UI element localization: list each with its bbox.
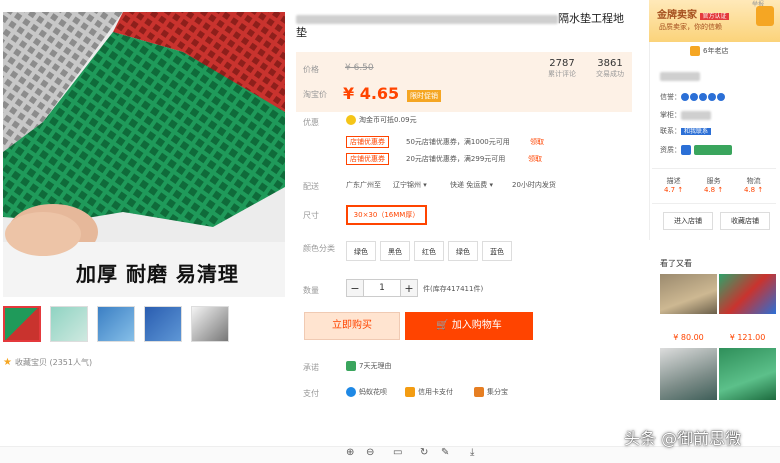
gold-seller-title: 金牌卖家 官方认证 — [657, 10, 729, 21]
color-option-black[interactable]: 黑色 — [380, 241, 410, 261]
color-option-red[interactable]: 红色 — [414, 241, 444, 261]
credit-row: 信誉： — [660, 92, 726, 102]
zoom-out-icon[interactable]: ⊖ — [366, 447, 374, 458]
promotion-label: 优惠 — [303, 118, 319, 127]
quantity-plus-button[interactable]: + — [400, 279, 418, 297]
edit-icon[interactable]: ✎ — [441, 447, 449, 458]
main-image-slogan: 加厚 耐磨 易清理 — [76, 262, 239, 286]
chevron-down-icon: ▾ — [423, 181, 427, 189]
cart-icon: 🛒 — [436, 320, 449, 331]
recommend-image-4[interactable] — [719, 348, 776, 400]
payment-label: 支付 — [303, 389, 319, 398]
promise-label: 承诺 — [303, 363, 319, 372]
qualification-row: 资质： — [660, 145, 735, 155]
size-label: 尺寸 — [303, 211, 319, 220]
shop-icon — [690, 46, 700, 56]
download-icon[interactable]: ⤓ — [470, 447, 474, 458]
license-badge[interactable] — [694, 145, 732, 155]
product-title: 隔水垫工程地 垫 — [296, 12, 624, 39]
promo-price: ¥ 4.65 — [343, 84, 400, 103]
delivery-label: 配送 — [303, 182, 319, 191]
delivery-express[interactable]: 快递 免运费 ▾ — [450, 180, 493, 190]
chevron-down-icon: ▾ — [489, 181, 493, 189]
stock-info: 件(库存417411件) — [423, 285, 484, 293]
shop-name[interactable] — [660, 72, 700, 81]
enter-shop-button[interactable]: 进入店铺 — [663, 212, 713, 230]
coin-icon — [346, 115, 356, 125]
size-option-selected[interactable]: 30×30（16MM厚） — [346, 205, 427, 225]
blurred-title-text — [296, 14, 558, 24]
thumbnail-5[interactable] — [191, 306, 229, 342]
delivery-from: 广东广州至 — [346, 181, 381, 189]
keeper-row: 掌柜： — [660, 110, 711, 120]
thumbnail-3[interactable] — [97, 306, 135, 342]
score-description: 描述 4.7 ↑ — [664, 177, 684, 194]
thumbnail-1[interactable] — [3, 306, 41, 342]
pay-huabei[interactable]: 蚂蚁花呗 — [346, 387, 387, 397]
coupon-claim-2[interactable]: 领取 — [528, 154, 542, 164]
coupon-text-1: 50元店铺优惠券，满1000元可用 — [406, 138, 510, 146]
fit-icon[interactable]: ▭ — [393, 447, 402, 458]
stat-sales: 3861 交易成功 — [596, 58, 624, 78]
zoom-in-icon[interactable]: ⊕ — [346, 447, 354, 458]
huabei-icon — [346, 387, 356, 397]
thumbnail-strip — [3, 306, 285, 344]
promise-7day[interactable]: 7天无理由 — [346, 361, 391, 371]
coupon-tag-1: 店铺优惠券 — [346, 136, 389, 148]
shop-years: 6年老店 — [690, 46, 728, 56]
original-price: ¥ 6.50 — [345, 63, 374, 73]
recommend-image-3[interactable] — [660, 348, 717, 400]
collect-item-link[interactable]: ★ 收藏宝贝 (2351人气) — [3, 357, 92, 368]
pay-jifenbao[interactable]: 集分宝 — [474, 387, 508, 397]
promo-tag: 限时促销 — [407, 90, 441, 102]
coupon-claim-1[interactable]: 领取 — [530, 137, 544, 147]
delivery-destination[interactable]: 辽宁锦州 ▾ — [393, 180, 427, 190]
color-option-green-2[interactable]: 绿色 — [448, 241, 478, 261]
contact-seller-button[interactable]: 和我联系 — [681, 128, 712, 135]
add-to-cart-button[interactable]: 🛒 加入购物车 — [405, 312, 533, 340]
thumbnail-4[interactable] — [144, 306, 182, 342]
watermark: 头条 @御前思微 — [624, 429, 742, 448]
gold-medal-icon — [756, 6, 774, 26]
coupon-tag-2: 店铺优惠券 — [346, 153, 389, 165]
color-label: 颜色分类 — [303, 244, 335, 253]
coins-info: 淘金币可抵0.09元 — [346, 115, 417, 125]
stat-reviews[interactable]: 2787 累计评论 — [540, 58, 584, 79]
thumbnail-2[interactable] — [50, 306, 88, 342]
quantity-label: 数量 — [303, 286, 319, 295]
recommend-image-2[interactable] — [719, 274, 776, 314]
quantity-input[interactable]: 1 — [364, 279, 400, 297]
blurred-shop-name — [660, 72, 700, 81]
main-product-image[interactable] — [3, 12, 285, 297]
seven-day-icon — [346, 361, 356, 371]
promo-price-label: 淘宝价 — [303, 90, 327, 99]
rotate-icon[interactable]: ↻ — [420, 447, 428, 458]
score-service: 服务 4.8 ↑ — [704, 177, 724, 194]
pay-credit-card[interactable]: 信用卡支付 — [405, 387, 453, 397]
coupon-text-2: 20元店铺优惠券，满299元可用 — [406, 155, 506, 163]
recommend-price-1: ¥ 80.00 — [673, 333, 704, 342]
contact-row: 联系： 和我联系 — [660, 126, 712, 136]
buy-now-button[interactable]: 立即购买 — [304, 312, 400, 340]
recommend-price-2: ¥ 121.00 — [729, 333, 766, 342]
qualification-icon[interactable] — [681, 145, 691, 155]
jifenbao-icon — [474, 387, 484, 397]
score-logistics: 物流 4.8 ↑ — [744, 177, 764, 194]
recommend-image-1[interactable] — [660, 274, 717, 314]
also-viewed-title: 看了又看 — [660, 259, 692, 268]
favorite-shop-button[interactable]: 收藏店铺 — [720, 212, 770, 230]
star-icon: ★ — [3, 357, 12, 368]
color-option-green[interactable]: 绿色 — [346, 241, 376, 261]
gold-seller-subtitle: 品质卖家，你的信赖 — [659, 23, 722, 31]
delivery-time: 20小时内发货 — [512, 181, 556, 189]
credit-card-icon — [405, 387, 415, 397]
quantity-minus-button[interactable]: − — [346, 279, 364, 297]
price-label: 价格 — [303, 65, 319, 74]
color-option-blue[interactable]: 蓝色 — [482, 241, 512, 261]
